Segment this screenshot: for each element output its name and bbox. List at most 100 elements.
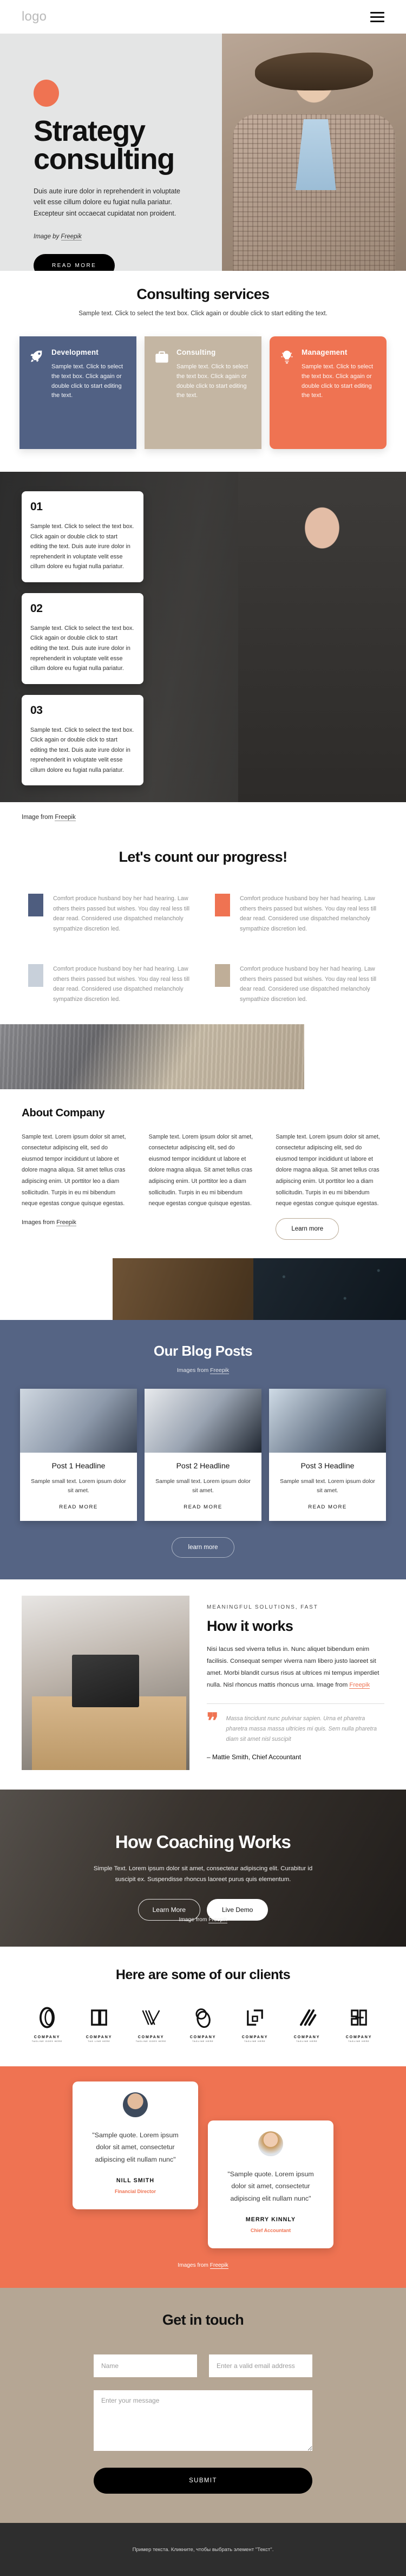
testimonials-credit-prefix: Images from: [178, 2262, 210, 2269]
client-tagline: TAGLINE HERE: [244, 2040, 266, 2042]
step-number: 01: [30, 500, 43, 513]
client-tagline: TAGLINE GOES HERE: [31, 2040, 63, 2042]
client-logo-monogram-icon: [351, 2009, 367, 2026]
progress-color-swatch: [28, 964, 43, 987]
client-logo-2[interactable]: COMPANY TAG LINE HERE: [82, 2006, 116, 2042]
progress-color-swatch: [28, 894, 43, 916]
client-logo-rings-icon: [195, 2008, 211, 2028]
blog-post-thumbnail: [269, 1389, 386, 1453]
client-name: COMPANY: [241, 2035, 269, 2039]
blog-post-excerpt: Sample small text. Lorem ipsum dolor sit…: [31, 1478, 126, 1494]
hero-credit-link[interactable]: Freepik: [61, 233, 82, 240]
blog-post-thumbnail: [145, 1389, 261, 1453]
hamburger-bar-1: [370, 11, 384, 14]
service-card-text: Sample text. Click to select the text bo…: [51, 363, 123, 399]
about-column-2: Sample text. Lorem ipsum dolor sit amet,…: [149, 1131, 258, 1240]
testimonial-role: Financial Director: [114, 2189, 156, 2195]
progress-item: Comfort produce husband boy her had hear…: [215, 894, 378, 934]
hero-photo-shirt: [296, 119, 336, 191]
client-logo-4[interactable]: COMPANY TAGLINE HERE: [186, 2006, 220, 2042]
how-it-works-credit-link[interactable]: Freepik: [349, 1682, 370, 1689]
services-title: Consulting services: [136, 286, 270, 302]
progress-item-text: Comfort produce husband boy her had hear…: [53, 895, 190, 932]
service-card-management[interactable]: Management Sample text. Click to select …: [270, 336, 387, 449]
step-number: 03: [30, 704, 43, 717]
client-logo-6[interactable]: COMPANY TAGLINE HERE: [290, 2006, 324, 2042]
meeting-room-photo: [0, 1024, 304, 1089]
progress-item: Comfort produce husband boy her had hear…: [215, 964, 378, 1004]
blog-post-list: Post 1 Headline Sample small text. Lorem…: [0, 1389, 406, 1521]
how-it-works-title: How it works: [207, 1617, 293, 1634]
client-logo-7[interactable]: COMPANY TAGLINE HERE: [342, 2006, 376, 2042]
blog-section: Our Blog Posts Images from Freepik Post …: [0, 1320, 406, 1579]
blog-post-read-more-link[interactable]: READ MORE: [152, 1504, 254, 1510]
hero-image-credit: Image by Freepik: [34, 233, 206, 240]
testimonial-card-2[interactable]: "Sample quote. Lorem ipsum dolor sit ame…: [208, 2120, 333, 2249]
email-input[interactable]: [209, 2354, 312, 2378]
clients-section: Here are some of our clients COMPANY TAG…: [0, 1946, 406, 2066]
hamburger-bar-2: [370, 16, 384, 18]
about-text: Sample text. Lorem ipsum dolor sit amet,…: [276, 1133, 380, 1207]
client-tagline: TAGLINE HERE: [296, 2040, 318, 2042]
service-card-development[interactable]: Development Sample text. Click to select…: [19, 336, 136, 449]
message-textarea[interactable]: [94, 2390, 312, 2451]
about-learn-more-button[interactable]: Learn more: [276, 1218, 339, 1240]
blog-title: Our Blog Posts: [153, 1343, 253, 1359]
testimonial-card-row: "Sample quote. Lorem ipsum dolor sit ame…: [0, 2081, 406, 2249]
about-column-1: Sample text. Lorem ipsum dolor sit amet,…: [22, 1131, 130, 1240]
steps-credit-prefix: Image from: [22, 814, 55, 821]
coaching-credit-link[interactable]: Freepik: [208, 1916, 227, 1923]
blog-post-headline: Post 1 Headline: [51, 1461, 106, 1471]
step-card-01[interactable]: 01 Sample text. Click to select the text…: [22, 491, 143, 582]
step-card-02[interactable]: 02 Sample text. Click to select the text…: [22, 593, 143, 684]
blog-post-read-more-link[interactable]: READ MORE: [28, 1504, 129, 1510]
divider-rule: [207, 1703, 384, 1704]
client-logo-1[interactable]: COMPANY TAGLINE GOES HERE: [30, 2006, 64, 2042]
about-title: About Company: [22, 1106, 105, 1119]
service-card-title: Management: [302, 348, 348, 356]
about-credit-link[interactable]: Freepik: [56, 1219, 76, 1227]
progress-item: Comfort produce husband boy her had hear…: [28, 964, 191, 1004]
page-root: logo Strategy consulting Duis aute irure…: [0, 0, 406, 2576]
hamburger-menu-icon[interactable]: [370, 11, 384, 22]
blog-credit-link[interactable]: Freepik: [210, 1367, 230, 1375]
how-it-works-content: MEANINGFUL SOLUTIONS, FAST How it works …: [207, 1596, 384, 1770]
steps-credit-link[interactable]: Freepik: [55, 814, 76, 821]
service-card-title: Development: [51, 348, 99, 356]
step-text: Sample text. Click to select the text bo…: [30, 726, 134, 773]
hero-photo-businessman: [222, 34, 406, 271]
progress-color-swatch: [215, 964, 230, 987]
services-card-row: Development Sample text. Click to select…: [0, 336, 406, 472]
steps-section: 01 Sample text. Click to select the text…: [0, 472, 406, 802]
client-logo-book-icon: [91, 2009, 107, 2026]
step-card-03[interactable]: 03 Sample text. Click to select the text…: [22, 694, 143, 786]
hero-read-more-button[interactable]: READ MORE: [34, 253, 115, 271]
site-logo[interactable]: logo: [22, 9, 47, 24]
about-credit-prefix: Images from: [22, 1219, 57, 1226]
blog-post-headline: Post 2 Headline: [176, 1461, 230, 1471]
about-text: Sample text. Lorem ipsum dolor sit amet,…: [148, 1133, 253, 1207]
name-input[interactable]: [94, 2354, 197, 2378]
testimonials-credit-link[interactable]: Freepik: [209, 2262, 228, 2269]
page-title: Strategy consulting: [34, 116, 206, 174]
client-logo-5[interactable]: COMPANY TAGLINE HERE: [238, 2006, 272, 2042]
blog-post-card[interactable]: Post 2 Headline Sample small text. Lorem…: [145, 1389, 261, 1521]
blog-post-read-more-link[interactable]: READ MORE: [277, 1504, 378, 1510]
blog-learn-more-button[interactable]: learn more: [171, 1537, 235, 1558]
services-section: Consulting services Sample text. Click t…: [0, 271, 406, 472]
client-logo-check-icon: [142, 2009, 160, 2025]
blog-post-card[interactable]: Post 1 Headline Sample small text. Lorem…: [20, 1389, 137, 1521]
service-card-consulting[interactable]: Consulting Sample text. Click to select …: [145, 336, 261, 449]
contact-section: Get in touch SUBMIT: [0, 2288, 406, 2523]
progress-title: Let's count our progress!: [119, 849, 288, 865]
testimonials-section: "Sample quote. Lorem ipsum dolor sit ame…: [0, 2066, 406, 2288]
submit-button[interactable]: SUBMIT: [94, 2468, 312, 2494]
testimonial-card-1[interactable]: "Sample quote. Lorem ipsum dolor sit ame…: [73, 2081, 198, 2210]
how-it-works-attribution: – Mattie Smith, Chief Accountant: [207, 1753, 302, 1761]
top-navigation-bar: logo: [0, 0, 406, 34]
blog-post-thumbnail: [20, 1389, 137, 1453]
hero-content: Strategy consulting Duis aute irure dolo…: [0, 34, 206, 271]
blog-post-card[interactable]: Post 3 Headline Sample small text. Lorem…: [269, 1389, 386, 1521]
client-logo-3[interactable]: COMPANY TAGLINE GOES HERE: [134, 2006, 168, 2042]
progress-color-swatch: [215, 894, 230, 916]
